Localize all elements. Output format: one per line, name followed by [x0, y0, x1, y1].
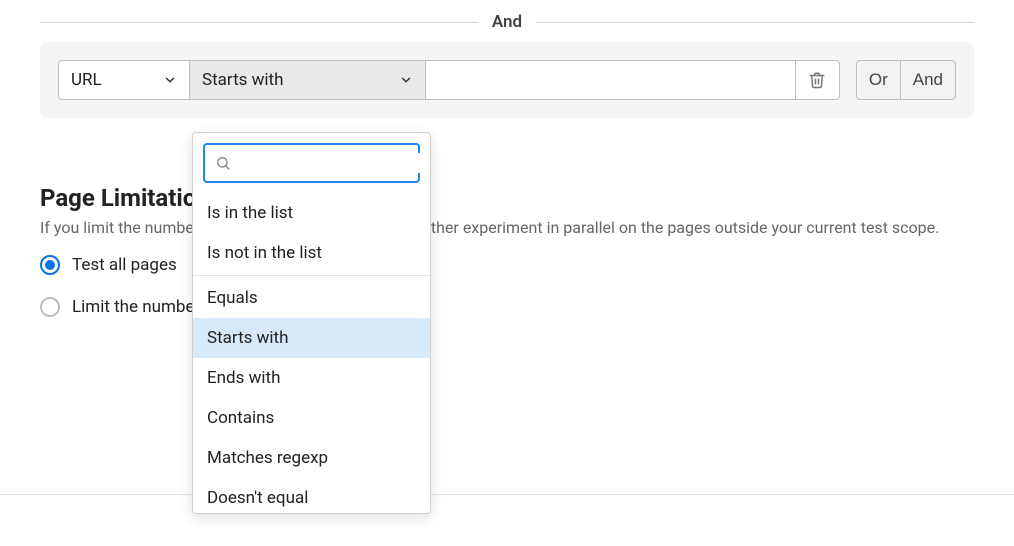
operator-dropdown-panel: Is in the list Is not in the list Equals… — [192, 132, 431, 514]
logic-divider: And — [40, 12, 974, 32]
radio-limit-pages[interactable]: Limit the number of tested pages — [40, 297, 974, 317]
chevron-down-icon — [399, 73, 413, 87]
dropdown-option[interactable]: Starts with — [193, 318, 430, 358]
operator-select[interactable]: Starts with — [190, 60, 426, 100]
chevron-down-icon — [163, 73, 177, 87]
operator-select-label: Starts with — [202, 70, 283, 90]
divider-line — [0, 494, 1014, 495]
dropdown-scroll[interactable]: Is in the list Is not in the list Equals… — [193, 193, 430, 513]
radio-indicator — [40, 297, 60, 317]
logic-button-group: Or And — [856, 60, 956, 100]
dropdown-search[interactable] — [203, 143, 420, 183]
field-select[interactable]: URL — [58, 60, 190, 100]
dropdown-option[interactable]: Matches regexp — [193, 438, 430, 478]
dropdown-option[interactable]: Is in the list — [193, 193, 430, 233]
delete-button[interactable] — [796, 60, 840, 100]
dropdown-option[interactable]: Contains — [193, 398, 430, 438]
page-limitation-section: Page Limitation If you limit the number … — [40, 184, 974, 317]
condition-row: URL Starts with Or And — [40, 42, 974, 118]
dropdown-option[interactable]: Doesn't equal — [193, 478, 430, 513]
dropdown-option[interactable]: Equals — [193, 278, 430, 318]
radio-label: Test all pages — [72, 255, 177, 275]
radio-test-all[interactable]: Test all pages — [40, 255, 974, 275]
dropdown-separator — [193, 275, 430, 276]
trash-icon — [808, 71, 826, 89]
section-heading: Page Limitation — [40, 184, 974, 212]
dropdown-search-wrap — [193, 133, 430, 193]
divider-line-left — [40, 22, 478, 23]
divider-line-right — [536, 22, 974, 23]
and-button[interactable]: And — [901, 60, 956, 100]
condition-input-group: URL Starts with — [58, 60, 840, 100]
search-icon — [215, 155, 231, 171]
or-button[interactable]: Or — [856, 60, 901, 100]
field-select-label: URL — [71, 70, 102, 90]
radio-indicator — [40, 255, 60, 275]
dropdown-option[interactable]: Is not in the list — [193, 233, 430, 273]
dropdown-search-input[interactable] — [239, 153, 431, 173]
value-input[interactable] — [426, 60, 796, 100]
divider-label: And — [492, 12, 522, 32]
dropdown-option[interactable]: Ends with — [193, 358, 430, 398]
section-description: If you limit the number of tested pages … — [40, 218, 974, 237]
